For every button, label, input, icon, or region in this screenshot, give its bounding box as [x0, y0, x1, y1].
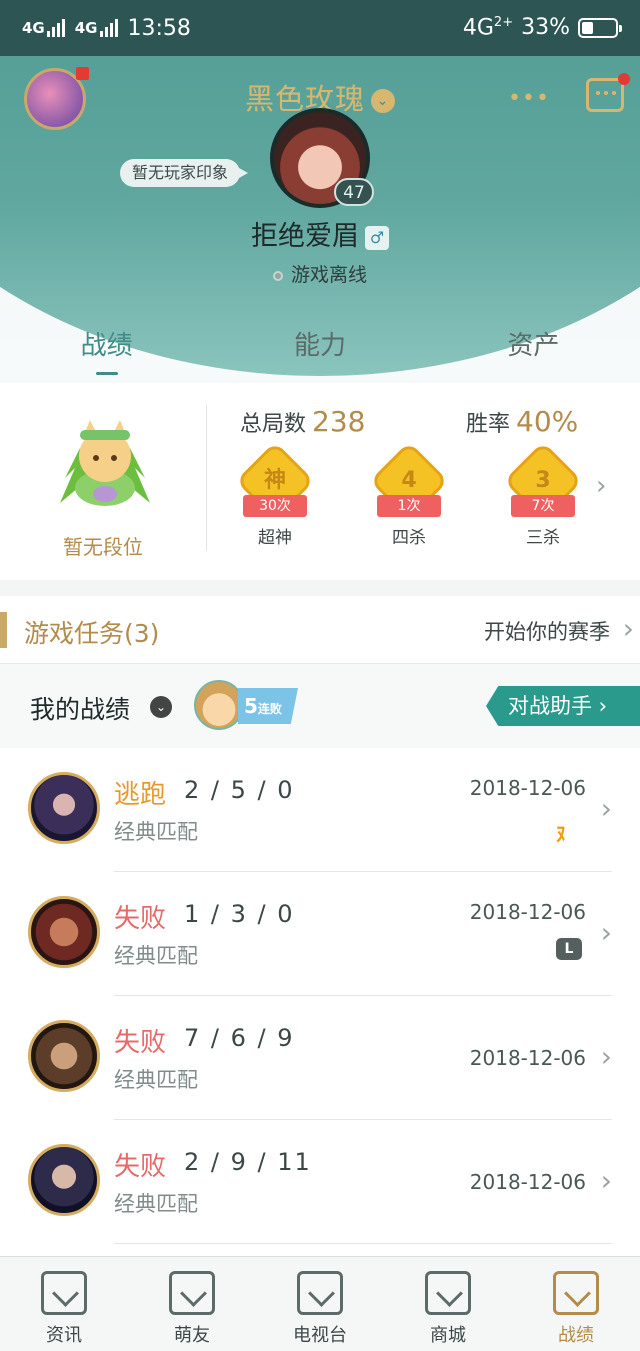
my-record-header: 我的战绩 ⌄ 5连败 对战助手 ›	[0, 664, 640, 748]
losing-streak-badge: 5连败	[194, 680, 302, 732]
hero-avatar	[28, 1144, 100, 1216]
stats-card: 暂无段位 总局数 238 胜率 40% 神 30次 超神 4 1次 四杀 3 7次 …	[0, 383, 640, 580]
profile-tabs: 战绩 能力 资产	[0, 326, 640, 383]
signal-2: 4G	[75, 19, 118, 37]
match-row[interactable]: 失败 7 / 6 / 9 经典匹配 2018-12-06 ›	[0, 996, 640, 1120]
win-rate: 胜率 40%	[466, 405, 579, 438]
unranked-mascot-icon	[60, 420, 150, 506]
chevron-down-icon: ⌄	[371, 89, 395, 113]
chevron-down-icon[interactable]: ⌄	[150, 696, 172, 718]
match-mode: 经典匹配	[114, 1192, 198, 1216]
match-result: 失败	[114, 904, 167, 934]
godlike-badge[interactable]: 神 30次 超神	[233, 441, 317, 548]
chevron-right-icon: ›	[600, 792, 612, 825]
battle-assistant-button[interactable]: 对战助手 ›	[486, 686, 640, 726]
signal-bars-icon	[46, 19, 65, 37]
store-icon	[425, 1271, 471, 1315]
tab-assets[interactable]: 资产	[427, 326, 640, 383]
chevron-right-icon[interactable]: ›	[596, 471, 606, 501]
game-tasks-row[interactable]: 游戏任务(3) 开始你的赛季	[0, 596, 640, 664]
match-row[interactable]: 失败 1 / 3 / 0 经典匹配 2018-12-06 ›	[0, 872, 640, 996]
username: 拒绝爱眉 ♂	[0, 214, 640, 253]
my-record-title[interactable]: 我的战绩	[30, 690, 130, 726]
quadra-kill-badge[interactable]: 4 1次 四杀	[367, 441, 451, 548]
tab-ability[interactable]: 能力	[213, 326, 426, 383]
match-date: 2018-12-06	[469, 900, 586, 924]
status-bar: 4G 4G 13:58 4G2+ 33%	[0, 0, 640, 56]
nav-tv[interactable]: 电视台	[256, 1257, 384, 1351]
match-date: 2018-12-06	[469, 1170, 586, 1194]
rank-label: 暂无段位	[63, 535, 143, 559]
match-result: 失败	[114, 1028, 167, 1058]
signal-1: 4G	[22, 19, 65, 37]
match-kda: 2 / 9 / 11	[184, 1148, 312, 1176]
battery-percent: 33%	[521, 15, 570, 41]
match-list: 逃跑 2 / 5 / 0 经典匹配 2018-12-06 › ﾇ 失败 1 / …	[0, 748, 640, 1256]
record-icon	[553, 1271, 599, 1315]
match-result: 失败	[114, 1152, 167, 1182]
chat-icon[interactable]	[586, 73, 630, 112]
news-icon	[41, 1271, 87, 1315]
replay-video-icon[interactable]: L	[556, 938, 582, 960]
match-kda: 7 / 6 / 9	[184, 1024, 295, 1052]
battery-icon	[578, 17, 622, 38]
total-games: 总局数 238	[240, 405, 366, 438]
match-date: 2018-12-06	[469, 1046, 586, 1070]
more-options-icon[interactable]: •••	[508, 86, 550, 111]
chevron-right-icon: ›	[600, 1040, 612, 1073]
match-mode: 经典匹配	[114, 1068, 198, 1092]
network-type: 4G2+	[462, 15, 514, 41]
match-kda: 2 / 5 / 0	[184, 776, 295, 804]
signal-bars-icon	[99, 19, 118, 37]
hero-avatar	[28, 1020, 100, 1092]
tasks-title: 游戏任务(3)	[24, 619, 160, 648]
match-row[interactable]: 逃跑 2 / 5 / 0 经典匹配 2018-12-06 › ﾇ	[0, 748, 640, 872]
bottom-navigation: 资讯 萌友 电视台 商城 战绩	[0, 1256, 640, 1351]
male-gender-icon: ♂	[365, 225, 389, 250]
chevron-right-icon: ›	[600, 916, 612, 949]
match-mode: 经典匹配	[114, 944, 198, 968]
tab-record[interactable]: 战绩	[0, 326, 213, 383]
divider	[206, 405, 207, 551]
nav-friends[interactable]: 萌友	[128, 1257, 256, 1351]
match-row[interactable]: 失败 2 / 9 / 11 经典匹配 2018-12-06 ›	[0, 1120, 640, 1244]
match-result: 逃跑	[114, 780, 167, 810]
chevron-right-icon: ›	[600, 1164, 612, 1197]
friends-icon	[169, 1271, 215, 1315]
match-kda: 1 / 3 / 0	[184, 900, 295, 928]
match-mode: 经典匹配	[114, 820, 198, 844]
hero-avatar	[28, 896, 100, 968]
section-accent	[0, 612, 7, 648]
tv-icon	[297, 1271, 343, 1315]
clock: 13:58	[127, 15, 191, 41]
match-date: 2018-12-06	[469, 776, 586, 800]
level-badge: 47	[334, 178, 374, 206]
player-impression-tag[interactable]: 暂无玩家印象	[120, 159, 249, 187]
triple-kill-badge[interactable]: 3 7次 三杀	[501, 441, 585, 548]
nav-record[interactable]: 战绩	[512, 1257, 640, 1351]
escape-icon: ﾇ	[556, 822, 566, 846]
mascot-icon	[194, 680, 244, 730]
notification-dot	[618, 73, 630, 85]
nav-store[interactable]: 商城	[384, 1257, 512, 1351]
status-dot-icon	[272, 270, 283, 281]
start-season-link[interactable]: 开始你的赛季	[484, 612, 634, 646]
profile-header: 黑色玫瑰 ⌄ ••• 暂无玩家印象 47 拒绝爱眉 ♂ 游戏离线 战绩 能力 资产	[0, 56, 640, 383]
hero-avatar	[28, 772, 100, 844]
online-status: 游戏离线	[0, 260, 640, 287]
nav-news[interactable]: 资讯	[0, 1257, 128, 1351]
